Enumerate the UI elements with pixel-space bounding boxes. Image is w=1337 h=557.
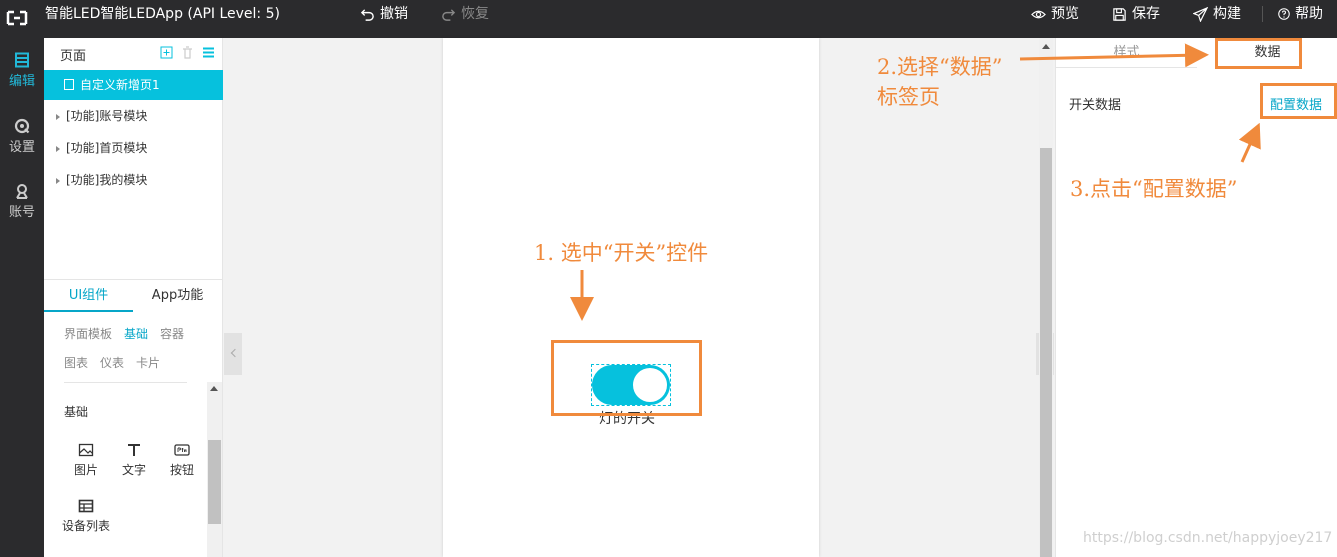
- help-icon: [1278, 8, 1290, 20]
- scroll-up-icon[interactable]: [1042, 44, 1050, 49]
- page-item-label: [功能]首页模块: [66, 141, 148, 155]
- annotation-box-data-tab: [1215, 38, 1302, 69]
- text-icon: [128, 444, 140, 456]
- scrollbar-thumb[interactable]: [208, 440, 221, 524]
- canvas-scrollbar[interactable]: [1039, 38, 1053, 557]
- rail-label-account: 账号: [8, 205, 35, 220]
- annotation-step3: 3.点击“配置数据”: [1070, 177, 1238, 201]
- watermark: https://blog.csdn.net/happyjoey217: [1083, 530, 1333, 546]
- redo-label: 恢复: [461, 6, 489, 22]
- save-label: 保存: [1132, 6, 1160, 22]
- tab-style[interactable]: 样式: [1056, 38, 1197, 68]
- annotation-step2-line1: 2.选择“数据”: [877, 55, 1003, 79]
- widget-label: 文字: [121, 463, 146, 477]
- rail-label-settings: 设置: [8, 140, 35, 155]
- scroll-up-icon[interactable]: [210, 386, 218, 391]
- app-logo-icon: [6, 10, 28, 26]
- save-button[interactable]: 保存: [1112, 0, 1160, 28]
- delete-page-icon[interactable]: [181, 46, 194, 59]
- component-tabs: UI组件 App功能: [44, 279, 223, 312]
- expand-arrow-icon[interactable]: [56, 113, 60, 120]
- page-item-label: [功能]账号模块: [66, 109, 148, 123]
- switch-data-label: 开关数据: [1069, 98, 1122, 113]
- widget-label: 图片: [73, 463, 98, 477]
- category-card[interactable]: 卡片: [136, 354, 160, 371]
- expand-arrow-icon[interactable]: [56, 177, 60, 184]
- section-title: 基础: [64, 405, 89, 419]
- preview-label: 预览: [1051, 6, 1079, 22]
- rail-item-settings[interactable]: 设置: [0, 118, 44, 170]
- paper-plane-icon: [1193, 6, 1208, 22]
- widget-button[interactable]: 按钮: [160, 442, 204, 478]
- help-label: 帮助: [1295, 6, 1323, 22]
- widget-image[interactable]: 图片: [64, 442, 108, 478]
- annotation-step2-line2: 标签页: [877, 85, 940, 109]
- page-item-mine-module[interactable]: [功能]我的模块: [44, 165, 223, 195]
- help-button[interactable]: 帮助: [1278, 0, 1323, 28]
- pages-title: 页面: [60, 49, 87, 64]
- edit-icon: [15, 52, 29, 68]
- category-basic[interactable]: 基础: [124, 325, 148, 342]
- category-templates[interactable]: 界面模板: [64, 325, 112, 342]
- widget-text[interactable]: 文字: [112, 442, 156, 478]
- account-icon: [16, 184, 28, 199]
- page-item-label: 自定义新增页1: [80, 78, 160, 92]
- annotation-box-switch: [551, 340, 702, 416]
- app-title: 智能LED智能LEDApp (API Level: 5): [45, 6, 280, 22]
- page-item-home-module[interactable]: [功能]首页模块: [44, 133, 223, 163]
- scrollbar-thumb[interactable]: [1040, 148, 1052, 557]
- redo-icon: [442, 8, 456, 21]
- annotation-box-config-link: [1260, 83, 1337, 119]
- undo-button[interactable]: 撤销: [360, 0, 408, 28]
- phone-preview: [443, 38, 819, 557]
- tab-ui-components[interactable]: UI组件: [44, 280, 133, 312]
- category-chart[interactable]: 图表: [64, 354, 88, 371]
- rail-label-edit: 编辑: [8, 74, 35, 89]
- left-panel: 页面 自定义新增页1 [功能]账号模块 [功能]首页模块 [功能]我的模块 UI…: [44, 38, 223, 557]
- floppy-disk-icon: [1113, 7, 1126, 21]
- top-bar: 智能LED智能LEDApp (API Level: 5) 撤销 恢复 预览 保存…: [0, 0, 1337, 38]
- button-icon: [174, 444, 190, 456]
- undo-label: 撤销: [380, 6, 408, 22]
- pages-header: 页面: [44, 38, 223, 70]
- toolbar-divider: [1262, 6, 1263, 22]
- page-item-account-module[interactable]: [功能]账号模块: [44, 101, 223, 131]
- category-container[interactable]: 容器: [160, 325, 184, 342]
- preview-button[interactable]: 预览: [1031, 0, 1079, 28]
- annotation-step1: 1. 选中“开关”控件: [534, 241, 709, 265]
- build-label: 构建: [1213, 6, 1241, 22]
- expand-arrow-icon[interactable]: [56, 145, 60, 152]
- widget-device-list[interactable]: 设备列表: [58, 498, 114, 534]
- tab-app-functions[interactable]: App功能: [133, 280, 222, 312]
- collapse-left-button[interactable]: [224, 333, 242, 375]
- page-item-custom-1[interactable]: 自定义新增页1: [44, 70, 223, 100]
- menu-icon[interactable]: [202, 46, 215, 59]
- rail-item-edit[interactable]: 编辑: [0, 52, 44, 104]
- undo-icon: [360, 8, 374, 21]
- eye-icon: [1031, 10, 1046, 18]
- rail-item-account[interactable]: 账号: [0, 183, 44, 235]
- category-divider: [64, 382, 187, 383]
- category-gauge[interactable]: 仪表: [100, 354, 124, 371]
- build-button[interactable]: 构建: [1193, 0, 1241, 28]
- left-rail: 编辑 设置 账号: [0, 38, 44, 557]
- widget-label: 设备列表: [61, 519, 110, 533]
- image-icon: [78, 443, 94, 457]
- widget-label: 按钮: [169, 463, 194, 477]
- component-scrollbar[interactable]: [207, 382, 222, 557]
- page-doc-icon: [64, 79, 74, 90]
- redo-button[interactable]: 恢复: [441, 0, 489, 28]
- add-page-icon[interactable]: [160, 46, 173, 59]
- table-icon: [78, 499, 94, 513]
- page-item-label: [功能]我的模块: [66, 173, 148, 187]
- settings-icon: [14, 118, 30, 134]
